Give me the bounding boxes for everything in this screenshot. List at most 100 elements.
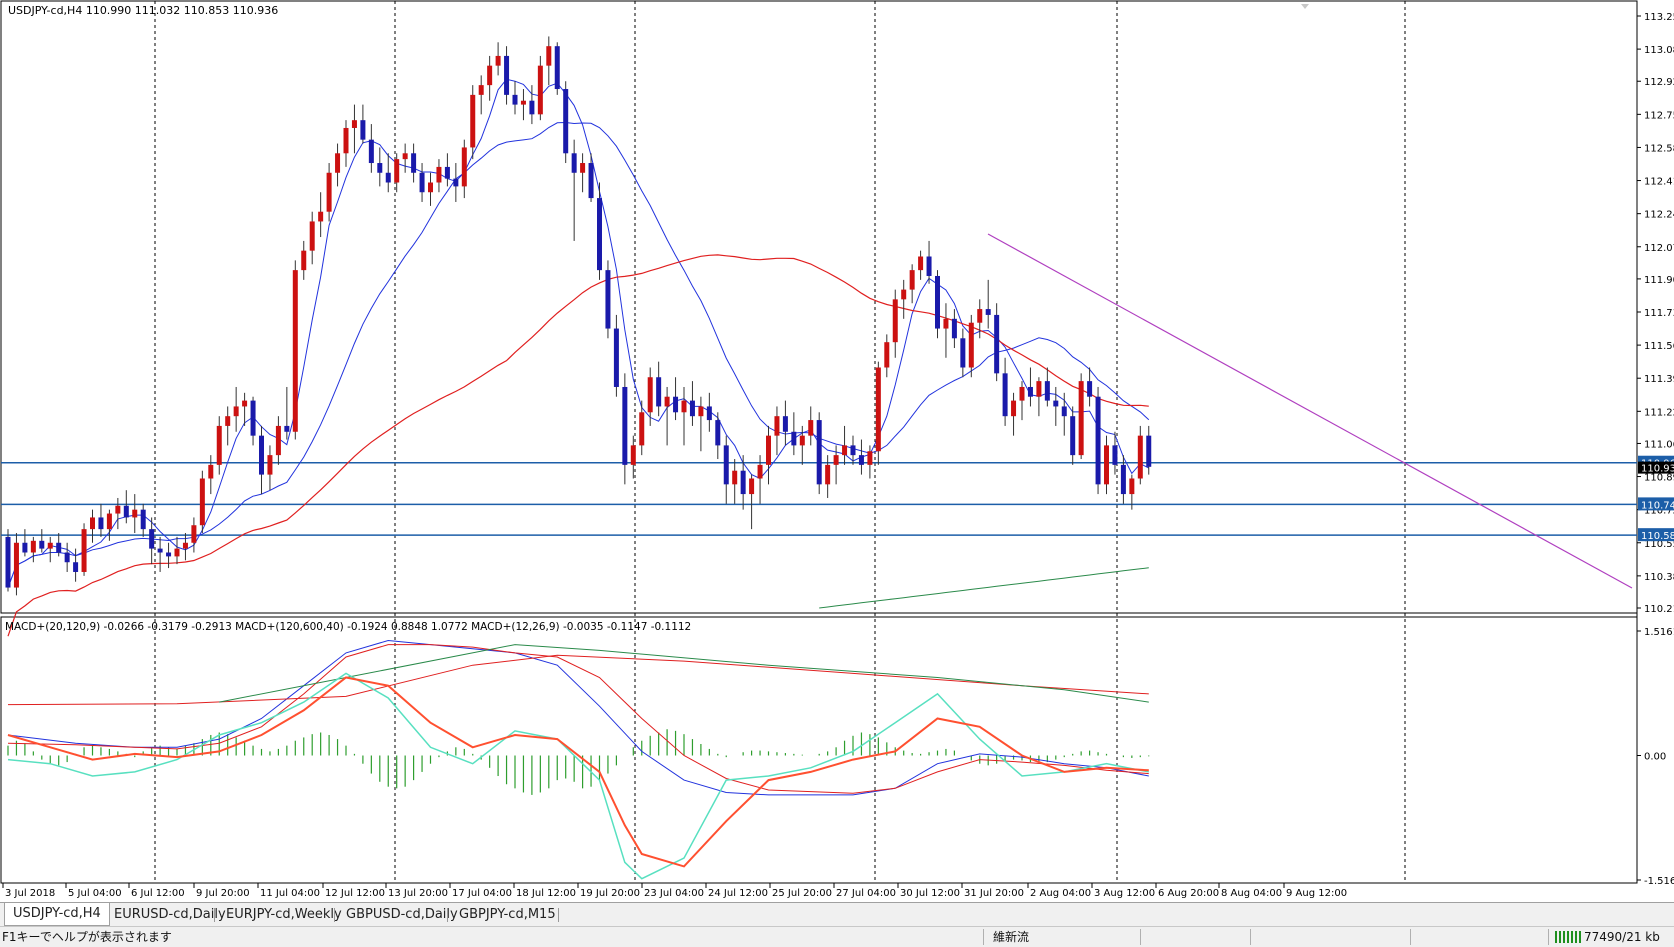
candle-body [436,166,442,183]
price-axis-label: 111.395 [1644,374,1674,385]
time-axis-label: 9 Aug 12:00 [1286,888,1347,899]
level-price-label: 110.589 [1641,531,1674,542]
candle-body [884,342,890,368]
candle-body [106,513,112,530]
time-axis: 3 Jul 2018 5 Jul 04:00 6 Jul 12:00 9 Jul 20… [2,883,1347,899]
candle-body [419,172,425,193]
candle-body [842,445,848,456]
candle-body [875,367,881,452]
candle-body [504,55,510,95]
candle-body [351,120,357,128]
candle-body [90,517,95,530]
indicator-panel[interactable] [0,616,1638,884]
price-axis-label: 110.380 [1644,572,1674,583]
candle-body [529,100,535,115]
candle-body [478,85,484,95]
chart-window[interactable]: 113.255 113.085 112.920 112.750 112.580 112.4… [0,0,1674,902]
indicator-axis: 1.5161 0.00 -1.5161 [1637,627,1674,887]
candle-body [749,478,755,495]
candle-body [985,309,991,315]
price-axis-label: 113.255 [1644,12,1674,23]
candle-body [850,445,856,456]
price-axis-label: 111.735 [1644,308,1674,319]
candle-body [81,529,87,572]
indicator-axis-label: -1.5161 [1644,876,1674,887]
time-axis-label: 17 Jul 04:00 [452,888,512,899]
candle-body [858,455,864,465]
candle-body [1129,478,1135,495]
candle-body [664,396,670,407]
candle-body [98,517,104,530]
time-axis-label: 13 Jul 20:00 [388,888,448,899]
status-profile: 維新流 [993,930,1030,944]
price-axis-label: 111.060 [1644,439,1674,450]
chart-header: USDJPY-cd,H4 110.990 111.032 110.853 110… [8,4,278,17]
candle-body [368,139,374,164]
candle-body [132,509,138,518]
candle-body [816,420,822,485]
candle-body [174,548,180,557]
candle-body [926,256,932,276]
candle-body [318,211,324,222]
candle-body [791,431,797,446]
candle-body [571,153,577,173]
tab-gbpjpy-m15[interactable]: GBPJPY-cd,M15 [451,906,564,924]
candle-body [580,163,586,173]
candle-body [520,100,526,105]
level-price-label: 110.747 [1641,500,1674,511]
candle-body [343,127,349,154]
candle-body [740,470,746,495]
candle-body [1070,416,1076,456]
candle-body [428,182,433,193]
time-axis-label: 11 Jul 04:00 [260,888,320,899]
candle-body [1002,373,1008,417]
candle-body [402,153,408,160]
candle-body [732,470,738,485]
time-axis-label: 3 Aug 12:00 [1094,888,1155,899]
candle-body [808,420,814,436]
price-axis-label: 112.750 [1644,110,1674,121]
candle-body [1011,400,1017,417]
time-axis-label: 8 Aug 04:00 [1221,888,1282,899]
indicator-header: MACD+(20,120,9) -0.0266 -0.3179 -0.2913 … [5,621,691,633]
candle-body [951,318,957,339]
tab-eurjpy-weekly[interactable]: EURJPY-cd,Weekly [218,906,350,924]
main-chart-area[interactable] [0,0,1638,614]
candle-body [918,256,924,271]
candle-body [994,314,1000,374]
candle-body [1146,435,1152,467]
candle-body [5,536,11,588]
time-axis-label: 5 Jul 04:00 [68,888,122,899]
price-axis-label: 112.580 [1644,143,1674,154]
candle-body [394,159,400,183]
candle-body [149,529,155,549]
candle-body [292,270,298,432]
candle-body [64,552,70,563]
candle-body [546,46,552,66]
current-price-label: 110.936 [1641,464,1674,475]
candle-body [284,425,290,432]
candle-body [242,400,248,407]
candle-body [782,416,788,432]
indicator-axis-label: 1.5161 [1644,627,1674,638]
candle-body [13,542,19,588]
candle-body [647,377,653,413]
candle-body [766,435,771,465]
tab-usdjpy-h4[interactable]: USDJPY-cd,H4 [4,903,110,926]
time-axis-label: 12 Jul 12:00 [325,888,385,899]
candle-body [656,377,662,407]
candle-body [1061,406,1067,417]
candle-body [411,153,417,173]
candle-body [1044,381,1050,401]
chart-tabs: USDJPY-cd,H4 EURUSD-cd,Daily EURJPY-cd,W… [0,902,1674,927]
candle-body [140,509,146,530]
candle-body [968,322,974,368]
price-axis-label: 112.920 [1644,77,1674,88]
time-axis-label: 6 Aug 20:00 [1158,888,1219,899]
candle-body [1112,445,1118,465]
time-axis-label: 27 Jul 04:00 [836,888,896,899]
candle-body [613,328,619,387]
candle-body [833,455,839,465]
level-labels: 110.961110.747110.589110.936 [1638,455,1674,542]
candle-body [30,540,36,553]
